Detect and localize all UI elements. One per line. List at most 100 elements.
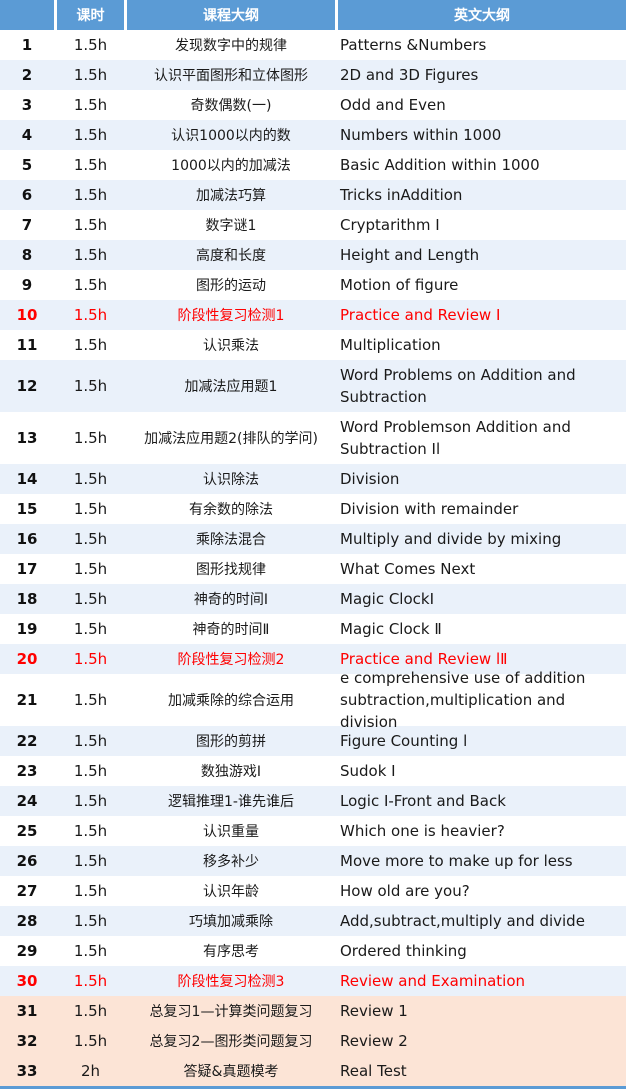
lesson-chinese-title: 认识1000以内的数 (171, 128, 291, 144)
course-outline-table: 课时 课程大纲 英文大纲 1 1.5h 发现数字中的规律 Patterns &Numb… (0, 0, 626, 1089)
table-row: 29 1.5h 有序思考 Ordered thinking (0, 936, 626, 966)
lesson-english-title: Tricks inAddition (340, 186, 463, 204)
lesson-number: 27 (16, 882, 38, 900)
lesson-english-title: Division with remainder (340, 500, 519, 518)
lesson-number: 19 (16, 620, 38, 638)
table-row: 9 1.5h 图形的运动 Motion of figure (0, 270, 626, 300)
lesson-english-title: Move more to make up for less (340, 852, 573, 870)
lesson-hours: 1.5h (73, 216, 108, 234)
lesson-number: 26 (16, 852, 38, 870)
lesson-chinese-title: 总复习2—图形类问题复习 (149, 1034, 313, 1050)
table-row: 14 1.5h 认识除法 Division (0, 464, 626, 494)
table-row: 31 1.5h 总复习1—计算类问题复习 Review 1 (0, 996, 626, 1026)
lesson-english-title: How old are you? (340, 882, 470, 900)
lesson-number: 2 (21, 66, 33, 84)
lesson-english-title: Practice and Review I (340, 306, 501, 324)
lesson-chinese-title: 阶段性复习检测1 (177, 308, 285, 324)
lesson-number: 10 (16, 306, 38, 324)
lesson-number: 23 (16, 762, 38, 780)
lesson-hours: 1.5h (73, 306, 108, 324)
lesson-hours: 1.5h (73, 762, 108, 780)
table-row: 7 1.5h 数字谜1 Cryptarithm I (0, 210, 626, 240)
table-row: 16 1.5h 乘除法混合 Multiply and divide by mixing (0, 524, 626, 554)
table-row: 10 1.5h 阶段性复习检测1 Practice and Review I (0, 300, 626, 330)
lesson-number: 9 (21, 276, 33, 294)
table-row: 22 1.5h 图形的剪拼 Figure Counting l (0, 726, 626, 756)
table-row: 19 1.5h 神奇的时间Ⅱ Magic Clock Ⅱ (0, 614, 626, 644)
lesson-chinese-title: 认识重量 (203, 824, 259, 840)
lesson-number: 16 (16, 530, 38, 548)
table-row: 1 1.5h 发现数字中的规律 Patterns &Numbers (0, 30, 626, 60)
lesson-hours: 1.5h (73, 650, 108, 668)
table-row: 12 1.5h 加减法应用题1 Word Problems on Addition a… (0, 360, 626, 412)
lesson-english-title: Patterns &Numbers (340, 36, 487, 54)
lesson-hours: 1.5h (73, 852, 108, 870)
lesson-hours: 1.5h (73, 336, 108, 354)
lesson-hours: 1.5h (73, 560, 108, 578)
table-row: 15 1.5h 有余数的除法 Division with remainder (0, 494, 626, 524)
lesson-chinese-title: 答疑&真题模考 (183, 1064, 279, 1080)
table-row: 8 1.5h 高度和长度 Height and Length (0, 240, 626, 270)
lesson-number: 12 (16, 377, 38, 395)
lesson-chinese-title: 加减乘除的综合运用 (168, 693, 294, 709)
lesson-english-title: Motion of figure (340, 276, 459, 294)
lesson-english-title: What Comes Next (340, 560, 476, 578)
table-row: 25 1.5h 认识重量 Which one is heavier? (0, 816, 626, 846)
table-row: 21 1.5h 加减乘除的综合运用 e comprehensive use of ad… (0, 669, 626, 731)
lesson-hours: 1.5h (73, 732, 108, 750)
header-index (0, 0, 54, 30)
lesson-hours: 1.5h (73, 912, 108, 930)
table-row: 27 1.5h 认识年龄 How old are you? (0, 876, 626, 906)
lesson-hours: 1.5h (73, 186, 108, 204)
lesson-number: 22 (16, 732, 38, 750)
lesson-number: 3 (21, 96, 33, 114)
table-body: 1 1.5h 发现数字中的规律 Patterns &Numbers 2 1.5h 认识平面图… (0, 30, 626, 1086)
lesson-english-title: Ordered thinking (340, 942, 467, 960)
lesson-hours: 1.5h (73, 691, 108, 709)
lesson-number: 14 (16, 470, 38, 488)
lesson-chinese-title: 神奇的时间Ⅱ (192, 622, 270, 638)
header-chinese-outline: 课程大纲 (127, 0, 335, 30)
lesson-english-title: Review 2 (340, 1032, 408, 1050)
lesson-chinese-title: 有序思考 (203, 944, 259, 960)
lesson-number: 17 (16, 560, 38, 578)
lesson-chinese-title: 数字谜1 (205, 218, 257, 234)
lesson-hours: 1.5h (73, 36, 108, 54)
lesson-hours: 1.5h (73, 620, 108, 638)
lesson-number: 29 (16, 942, 38, 960)
lesson-english-title: e comprehensive use of addition subtract… (340, 669, 586, 731)
lesson-chinese-title: 加减法应用题1 (184, 379, 278, 395)
table-row: 6 1.5h 加减法巧算 Tricks inAddition (0, 180, 626, 210)
lesson-hours: 1.5h (73, 972, 108, 990)
lesson-hours: 1.5h (73, 66, 108, 84)
lesson-hours: 1.5h (73, 156, 108, 174)
table-row: 17 1.5h 图形找规律 What Comes Next (0, 554, 626, 584)
lesson-number: 7 (21, 216, 33, 234)
lesson-hours: 1.5h (73, 429, 108, 447)
table-row: 18 1.5h 神奇的时间I Magic ClockI (0, 584, 626, 614)
header-hours: 课时 (57, 0, 124, 30)
lesson-english-title: Word Problemson Addition and Subtraction… (340, 418, 571, 458)
lesson-chinese-title: 加减法巧算 (196, 188, 266, 204)
lesson-hours: 1.5h (73, 96, 108, 114)
lesson-number: 30 (16, 972, 38, 990)
lesson-english-title: Add,subtract,multiply and divide (340, 912, 585, 930)
lesson-english-title: Multiplication (340, 336, 441, 354)
lesson-chinese-title: 移多补少 (203, 854, 259, 870)
lesson-hours: 1.5h (73, 500, 108, 518)
lesson-english-title: Real Test (340, 1062, 407, 1080)
table-row: 13 1.5h 加减法应用题2(排队的学问) Word Problemson Addi… (0, 412, 626, 464)
lesson-number: 13 (16, 429, 38, 447)
lesson-chinese-title: 高度和长度 (196, 248, 266, 264)
table-row: 32 1.5h 总复习2—图形类问题复习 Review 2 (0, 1026, 626, 1056)
table-row: 5 1.5h 1000以内的加减法 Basic Addition within 100… (0, 150, 626, 180)
lesson-english-title: Word Problems on Addition and Subtractio… (340, 366, 576, 406)
lesson-number: 11 (16, 336, 38, 354)
lesson-english-title: Height and Length (340, 246, 480, 264)
lesson-chinese-title: 逻辑推理1-谁先谁后 (168, 794, 294, 810)
lesson-english-title: Cryptarithm I (340, 216, 440, 234)
lesson-english-title: Which one is heavier? (340, 822, 505, 840)
lesson-chinese-title: 巧填加减乘除 (189, 914, 273, 930)
lesson-chinese-title: 乘除法混合 (196, 532, 266, 548)
lesson-english-title: Magic ClockI (340, 590, 435, 608)
